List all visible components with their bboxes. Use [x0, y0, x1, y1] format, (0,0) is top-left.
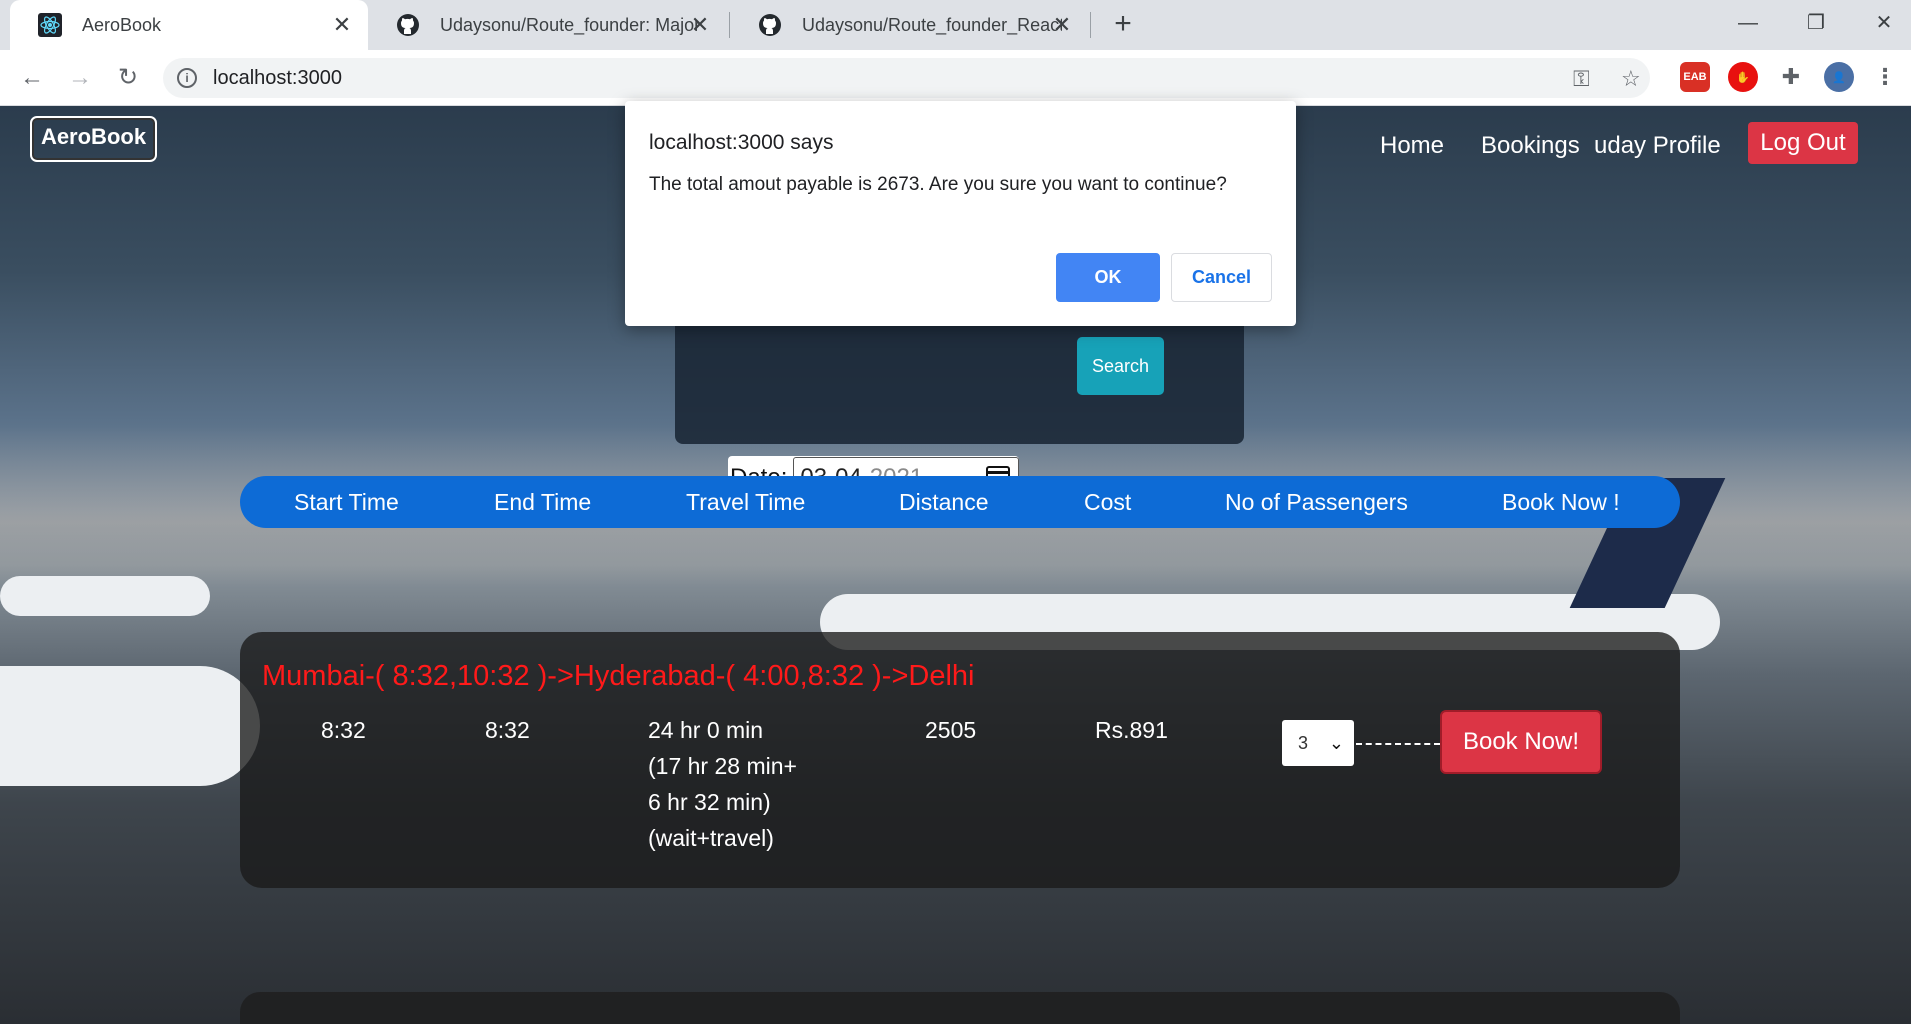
nav-home[interactable]: Home — [1380, 132, 1444, 160]
github-icon — [396, 13, 420, 37]
header-book-now: Book Now ! — [1502, 489, 1620, 515]
eab-extension-icon[interactable]: EAB — [1680, 62, 1710, 92]
header-passengers: No of Passengers — [1225, 489, 1408, 515]
results-header: Start Time End Time Travel Time Distance… — [240, 476, 1680, 528]
restore-icon[interactable]: ❐ — [1801, 8, 1831, 38]
dashed-connector — [1356, 743, 1440, 745]
travel-time-line: (wait+travel) — [648, 825, 774, 851]
close-tab-icon[interactable]: ✕ — [688, 13, 712, 37]
header-distance: Distance — [899, 489, 989, 515]
tab-route-founder[interactable]: Udaysonu/Route_founder: Major ✕ — [368, 0, 726, 50]
airplane-image — [0, 666, 260, 786]
confirm-dialog: localhost:3000 says The total amout paya… — [625, 101, 1296, 326]
back-arrow-icon[interactable]: ← — [16, 62, 48, 94]
tab-title: Udaysonu/Route_founder_React_ — [802, 14, 1062, 35]
key-icon[interactable]: ⚿ — [1573, 66, 1590, 92]
tab-aerobook[interactable]: AeroBook ✕ — [10, 0, 368, 50]
brand-logo[interactable]: AeroBook — [30, 116, 157, 162]
result-card: Mumbai-( 8:32,10:32 )->Hyderabad-( 4:00,… — [240, 632, 1680, 888]
ok-button[interactable]: OK — [1056, 253, 1160, 302]
forward-arrow-icon[interactable]: → — [64, 62, 96, 94]
end-time-value: 8:32 — [485, 717, 530, 743]
travel-time-line: 6 hr 32 min) — [648, 789, 771, 815]
minimize-icon[interactable]: — — [1733, 8, 1763, 38]
travel-time-line: (17 hr 28 min+ — [648, 753, 797, 779]
close-window-icon[interactable]: ✕ — [1869, 8, 1899, 38]
browser-tab-strip: AeroBook ✕ Udaysonu/Route_founder: Major… — [0, 0, 1911, 50]
distance-value: 2505 — [925, 717, 977, 743]
new-tab-icon[interactable]: + — [1108, 9, 1138, 40]
react-icon — [38, 13, 62, 37]
info-icon[interactable]: i — [177, 68, 197, 88]
next-result-card — [240, 992, 1680, 1024]
github-icon — [758, 13, 782, 37]
travel-time-value: 24 hr 0 min (17 hr 28 min+ 6 hr 32 min) … — [648, 712, 797, 856]
header-cost: Cost — [1084, 489, 1132, 515]
header-start-time: Start Time — [294, 489, 399, 515]
address-bar[interactable]: i localhost:3000 ⚿ ☆ — [163, 58, 1650, 98]
nav-profile[interactable]: uday Profile — [1594, 132, 1721, 160]
dialog-title: localhost:3000 says — [649, 131, 834, 154]
chevron-down-icon: ⌄ — [1328, 733, 1344, 753]
reload-icon[interactable]: ↻ — [112, 62, 144, 94]
nav-bookings[interactable]: Bookings — [1481, 132, 1580, 160]
start-time-value: 8:32 — [321, 717, 366, 743]
passenger-count-select[interactable]: 3 ⌄ — [1282, 720, 1354, 766]
tab-title: AeroBook — [82, 14, 162, 35]
menu-dots-icon[interactable]: ⋮ — [1870, 62, 1900, 92]
tab-route-founder-react[interactable]: Udaysonu/Route_founder_React_ ✕ — [730, 0, 1088, 50]
adblock-extension-icon[interactable]: ✋ — [1728, 62, 1758, 92]
tab-title: Udaysonu/Route_founder: Major — [440, 14, 698, 35]
cancel-button[interactable]: Cancel — [1171, 253, 1272, 302]
close-tab-icon[interactable]: ✕ — [330, 13, 354, 37]
avatar[interactable]: 👤 — [1824, 62, 1854, 92]
route-title: Mumbai-( 8:32,10:32 )->Hyderabad-( 4:00,… — [262, 660, 975, 692]
book-now-button[interactable]: Book Now! — [1440, 710, 1602, 774]
header-end-time: End Time — [494, 489, 592, 515]
travel-time-line: 24 hr 0 min — [648, 717, 764, 743]
puzzle-icon[interactable]: ✚ — [1776, 62, 1806, 92]
tab-separator — [1090, 12, 1091, 38]
eab-label: EAB — [1683, 71, 1707, 83]
cost-value: Rs.891 — [1095, 717, 1168, 743]
star-icon[interactable]: ☆ — [1621, 66, 1641, 92]
url-text: localhost:3000 — [213, 67, 342, 89]
browser-toolbar: ← → ↻ i localhost:3000 ⚿ ☆ — [0, 50, 1911, 106]
dialog-message: The total amout payable is 2673. Are you… — [649, 174, 1227, 195]
header-travel-time: Travel Time — [686, 489, 806, 515]
close-tab-icon[interactable]: ✕ — [1050, 13, 1074, 37]
search-button[interactable]: Search — [1077, 337, 1164, 395]
logout-button[interactable]: Log Out — [1748, 122, 1858, 164]
passenger-count-value: 3 — [1298, 733, 1309, 753]
airplane-image — [0, 576, 210, 616]
